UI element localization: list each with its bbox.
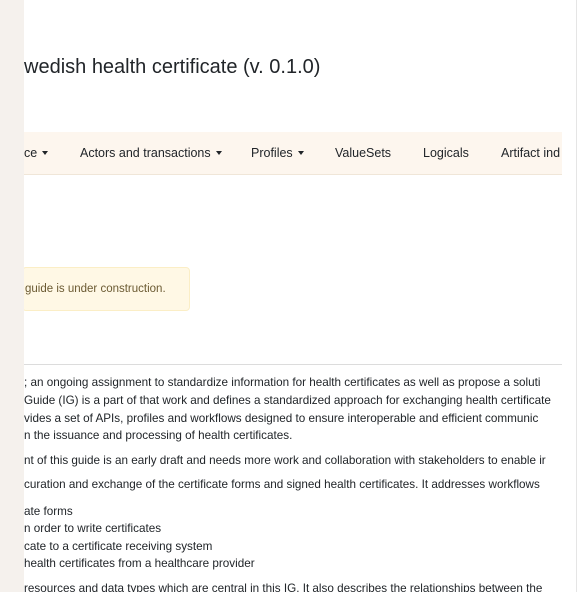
- main-navbar: ce Actors and transactions Profiles Valu…: [24, 132, 562, 175]
- nav-item-actors-transactions[interactable]: Actors and transactions: [80, 132, 222, 174]
- nav-item-label: Logicals: [423, 146, 469, 160]
- construction-alert: guide is under construction.: [24, 267, 190, 311]
- intro-paragraph-line: n the issuance and processing of health …: [24, 429, 293, 442]
- nav-item-valuesets[interactable]: ValueSets: [335, 132, 391, 174]
- scope-paragraph: curation and exchange of the certificate…: [24, 478, 540, 491]
- nav-item-artifact-index[interactable]: Artifact ind: [501, 132, 560, 174]
- section-divider: [24, 364, 562, 365]
- chevron-down-icon: [42, 151, 49, 155]
- nav-item-label: ValueSets: [335, 146, 392, 160]
- nav-item-profiles[interactable]: Profiles: [251, 132, 304, 174]
- alert-text: guide is under construction.: [25, 283, 166, 295]
- chevron-down-icon: [297, 151, 304, 155]
- intro-paragraph-line: ; an ongoing assignment to standardize i…: [24, 376, 541, 389]
- nav-item-guidance[interactable]: ce: [24, 132, 49, 174]
- nav-item-label: ce: [24, 146, 38, 160]
- resources-paragraph: resources and data types which are centr…: [24, 582, 543, 592]
- list-item: cate to a certificate receiving system: [24, 540, 213, 553]
- chevron-down-icon: [215, 151, 222, 155]
- list-item: n order to write certificates: [24, 522, 162, 535]
- status-paragraph: nt of this guide is an early draft and n…: [24, 454, 546, 467]
- intro-paragraph-line: vides a set of APIs, profiles and workfl…: [24, 412, 539, 425]
- nav-item-label: Profiles: [251, 146, 293, 160]
- page-frame: wedish health certificate (v. 0.1.0) ce …: [24, 0, 562, 592]
- scrollbar-track[interactable]: [562, 0, 577, 592]
- nav-item-label: Artifact ind: [501, 146, 561, 160]
- nav-item-logicals[interactable]: Logicals: [423, 132, 469, 174]
- list-item: ate forms: [24, 505, 73, 518]
- intro-paragraph-line: Guide (IG) is a part of that work and de…: [24, 394, 551, 407]
- page-title: wedish health certificate (v. 0.1.0): [24, 56, 321, 78]
- list-item: health certificates from a healthcare pr…: [24, 557, 255, 570]
- nav-item-label: Actors and transactions: [80, 146, 211, 160]
